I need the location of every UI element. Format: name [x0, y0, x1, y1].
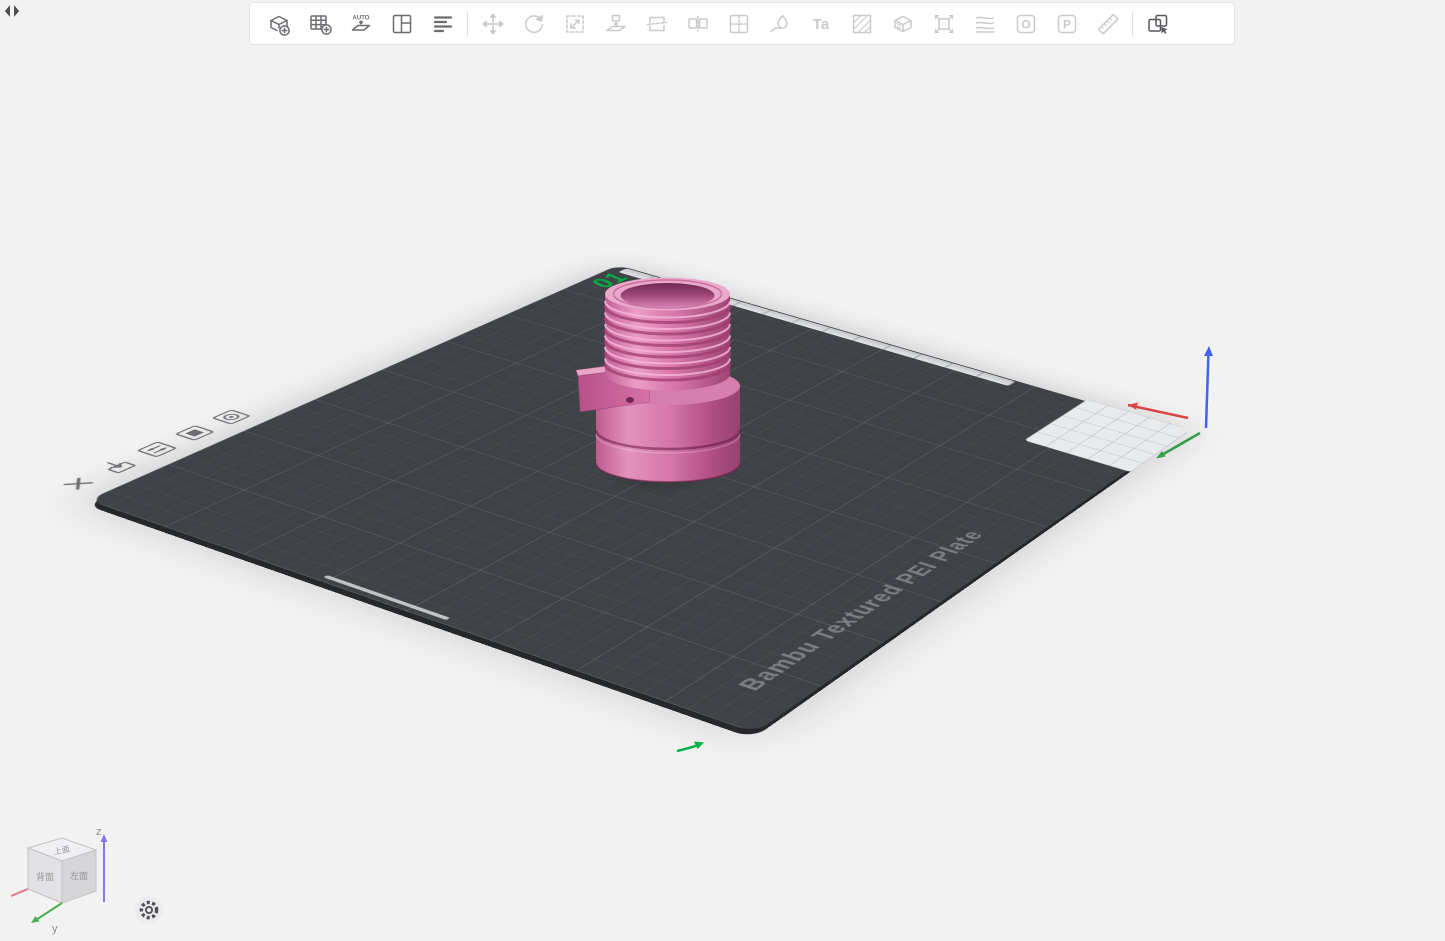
cube-y-axis — [31, 903, 62, 923]
view-cube-left-label: 左面 — [70, 870, 88, 881]
plate-origin-corner — [1024, 399, 1193, 472]
rotate-button[interactable] — [517, 7, 550, 40]
measure-button[interactable] — [1091, 7, 1124, 40]
split-view-button[interactable] — [426, 7, 459, 40]
seam-painting-icon — [767, 11, 793, 37]
move-icon — [480, 11, 506, 37]
assembly-view-icon — [1145, 11, 1171, 37]
support-painting-button[interactable] — [927, 7, 960, 40]
cube-z-label: z — [96, 826, 102, 838]
arrange-button[interactable] — [385, 7, 418, 40]
plate-delete-icon — [50, 473, 106, 495]
plate-toolbar — [50, 407, 257, 495]
plate-name-label: Bambu Textured PEI Plate — [732, 528, 990, 694]
split-to-objects-icon — [685, 11, 711, 37]
view-cube[interactable]: 上面 背面 左面 z y — [6, 822, 126, 940]
z-axis-indicator — [1204, 346, 1213, 428]
tool-p-button[interactable]: P — [1050, 7, 1083, 40]
plate-locate-icon — [205, 407, 257, 427]
solid-model-button[interactable] — [886, 7, 919, 40]
model-threaded-adapter[interactable] — [568, 256, 768, 491]
plate-arrange-button[interactable] — [91, 456, 146, 478]
cube-y-label: y — [52, 923, 58, 935]
color-painting-button[interactable] — [845, 7, 878, 40]
text-tool-button[interactable]: Ta — [804, 7, 837, 40]
variable-layer-height-icon — [972, 11, 998, 37]
plate-fill-button[interactable] — [168, 423, 221, 443]
lay-on-face-icon — [603, 11, 629, 37]
svg-text:O: O — [1021, 17, 1030, 31]
add-plate-icon — [307, 11, 333, 37]
plate-handle-notch — [323, 575, 450, 620]
solid-model-icon — [890, 11, 916, 37]
gear-icon — [136, 897, 162, 923]
add-model-icon — [266, 11, 292, 37]
auto-orient-icon: AUTO — [348, 11, 374, 37]
plate-settings-button[interactable] — [130, 439, 184, 460]
seam-painting-button[interactable] — [763, 7, 796, 40]
view-cube-back-label: 背面 — [36, 871, 54, 882]
split-to-parts-button — [722, 7, 755, 40]
toolbar-divider — [1132, 11, 1133, 37]
variable-layer-height-button[interactable] — [968, 7, 1001, 40]
main-toolbar: AUTO — [249, 2, 1235, 45]
sidebar-collapse-toggle[interactable] — [3, 4, 21, 18]
plate-arrange-icon — [91, 456, 146, 478]
measure-icon — [1095, 11, 1121, 37]
move-button[interactable] — [476, 7, 509, 40]
toolbar-divider — [467, 11, 468, 37]
split-to-objects-button[interactable] — [681, 7, 714, 40]
collapse-chevrons-icon — [3, 4, 21, 18]
viewport-3d[interactable]: 01 Bambu Textured PEI Plate — [0, 0, 1445, 941]
tool-o-icon: O — [1013, 11, 1039, 37]
cut-icon — [644, 11, 670, 37]
assembly-view-button[interactable] — [1141, 7, 1174, 40]
support-painting-icon — [931, 11, 957, 37]
plate-delete-button[interactable] — [50, 473, 106, 495]
add-plate-button[interactable] — [303, 7, 336, 40]
text-tool-icon: Ta — [808, 11, 834, 37]
add-model-button[interactable] — [262, 7, 295, 40]
viewport-settings-button[interactable] — [135, 896, 163, 924]
tool-o-button[interactable]: O — [1009, 7, 1042, 40]
tool-p-icon: P — [1054, 11, 1080, 37]
cube-z-axis — [101, 834, 108, 902]
cube-x-axis — [11, 889, 28, 896]
split-to-parts-icon — [726, 11, 752, 37]
color-painting-icon — [849, 11, 875, 37]
plate-fill-icon — [168, 423, 221, 443]
plate-locate-button[interactable] — [205, 407, 257, 427]
arrange-icon — [389, 11, 415, 37]
plate-arrow-indicator — [677, 742, 704, 752]
scale-icon — [562, 11, 588, 37]
svg-text:Ta: Ta — [812, 16, 829, 33]
plate-settings-icon — [130, 439, 184, 460]
svg-text:P: P — [1062, 17, 1070, 31]
auto-orient-button[interactable]: AUTO — [344, 7, 377, 40]
cut-button[interactable] — [640, 7, 673, 40]
scale-button[interactable] — [558, 7, 591, 40]
split-view-icon — [430, 11, 456, 37]
lay-on-face-button[interactable] — [599, 7, 632, 40]
rotate-icon — [521, 11, 547, 37]
